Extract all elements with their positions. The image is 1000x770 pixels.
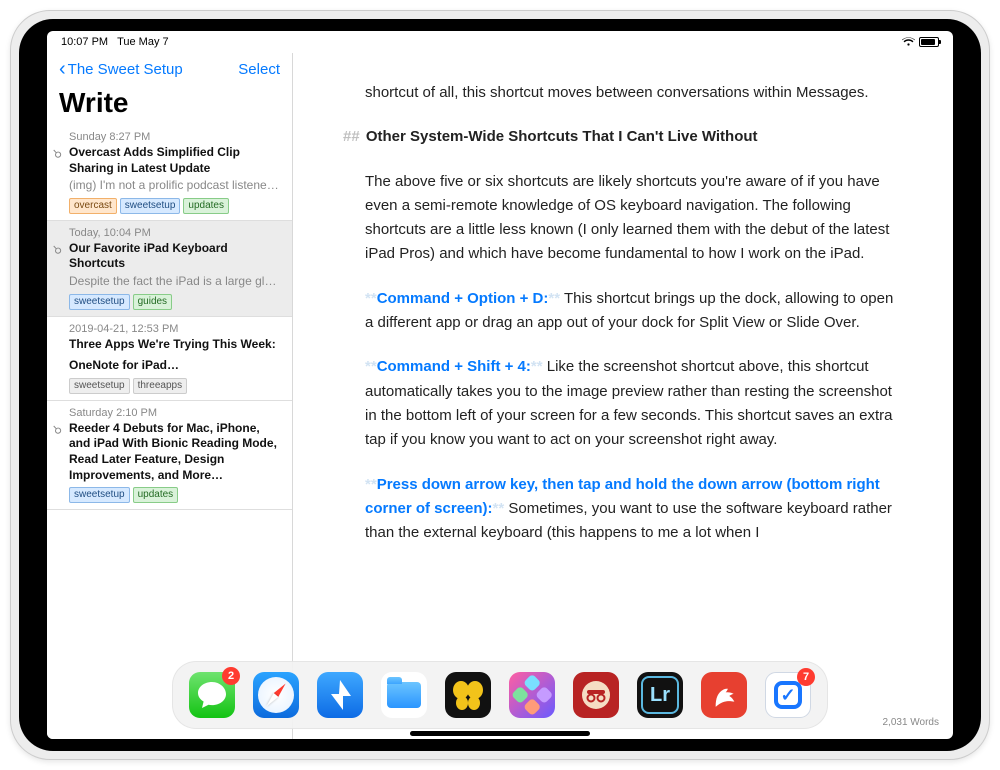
- tag[interactable]: updates: [133, 487, 179, 503]
- note-date: Saturday 2:10 PM: [69, 407, 282, 419]
- dock-app-things[interactable]: 7: [765, 672, 811, 718]
- markdown-hashes-icon: ##: [343, 128, 360, 145]
- app-content: ‹ The Sweet Setup Select Write ⚲ Sunday 8…: [47, 53, 953, 739]
- tag[interactable]: overcast: [69, 198, 117, 214]
- para-sc3: **Press down arrow key, then tap and hol…: [365, 473, 897, 546]
- para-lead: shortcut of all, this shortcut moves bet…: [365, 81, 897, 105]
- dock-app-messages[interactable]: 2: [189, 672, 235, 718]
- note-title: Reeder 4 Debuts for Mac, iPhone, and iPa…: [69, 421, 282, 483]
- sidebar-header: ‹ The Sweet Setup Select: [47, 53, 292, 85]
- tags: sweetsetupguides: [69, 294, 282, 310]
- status-left: 10:07 PM Tue May 7: [61, 36, 169, 48]
- dock-app-bear[interactable]: [701, 672, 747, 718]
- editor[interactable]: shortcut of all, this shortcut moves bet…: [293, 53, 953, 739]
- note-date: Today, 10:04 PM: [69, 227, 282, 239]
- tags: overcastsweetsetupupdates: [69, 198, 282, 214]
- note-title: Overcast Adds Simplified Clip Sharing in…: [69, 145, 282, 176]
- shortcut-label: Command + Option + D:: [377, 290, 549, 307]
- home-indicator[interactable]: [410, 731, 590, 736]
- section-title: Other System-Wide Shortcuts That I Can't…: [366, 128, 758, 145]
- note-date: Sunday 8:27 PM: [69, 131, 282, 143]
- dock-app-spark-mail[interactable]: [317, 672, 363, 718]
- markdown-stars-icon: **: [493, 500, 505, 517]
- status-right: [902, 37, 939, 47]
- paperclip-icon: ⚲: [50, 422, 65, 437]
- note-preview-secondary: OneNote for iPad…: [69, 358, 282, 374]
- status-date: Tue May 7: [117, 36, 169, 48]
- select-button[interactable]: Select: [238, 61, 280, 78]
- note-item[interactable]: ⚲ Saturday 2:10 PM Reeder 4 Debuts for Mac…: [47, 401, 292, 510]
- badge: 2: [222, 667, 240, 685]
- dock-app-shortcuts[interactable]: [509, 672, 555, 718]
- dock: 2 Lr 7: [172, 661, 828, 729]
- sidebar-title: Write: [47, 85, 292, 125]
- dock-app-butterfly-app[interactable]: [445, 672, 491, 718]
- badge: 7: [797, 668, 815, 686]
- markdown-stars-icon: **: [548, 290, 560, 307]
- tags: sweetsetupthreeapps: [69, 378, 282, 394]
- tag[interactable]: updates: [183, 198, 229, 214]
- markdown-stars-icon: **: [531, 358, 543, 375]
- ipad-frame: 10:07 PM Tue May 7 ‹ The Sweet Setup S: [10, 10, 990, 760]
- back-label: The Sweet Setup: [68, 61, 183, 78]
- note-preview: Despite the fact the iPad is a large glo…: [69, 274, 282, 290]
- note-title: Three Apps We're Trying This Week:: [69, 337, 282, 353]
- paperclip-icon: ⚲: [50, 146, 65, 161]
- para-section: ## Other System-Wide Shortcuts That I Ca…: [365, 125, 897, 149]
- battery-icon: [919, 37, 939, 47]
- wifi-icon: [902, 37, 915, 47]
- word-count: 2,031 Words: [882, 715, 939, 731]
- tag[interactable]: guides: [133, 294, 172, 310]
- dock-app-lightroom[interactable]: Lr: [637, 672, 683, 718]
- ipad-bezel: 10:07 PM Tue May 7 ‹ The Sweet Setup S: [19, 19, 981, 751]
- sidebar: ‹ The Sweet Setup Select Write ⚲ Sunday 8…: [47, 53, 293, 739]
- tag[interactable]: sweetsetup: [120, 198, 181, 214]
- dock-app-red-reader[interactable]: [573, 672, 619, 718]
- dock-app-files[interactable]: [381, 672, 427, 718]
- tags: sweetsetupupdates: [69, 487, 282, 503]
- para-sc1: **Command + Option + D:** This shortcut …: [365, 287, 897, 336]
- status-bar: 10:07 PM Tue May 7: [47, 31, 953, 53]
- note-title: Our Favorite iPad Keyboard Shortcuts: [69, 241, 282, 272]
- tag[interactable]: sweetsetup: [69, 487, 130, 503]
- note-item[interactable]: ⚲ Sunday 8:27 PM Overcast Adds Simplified …: [47, 125, 292, 221]
- markdown-stars-icon: **: [365, 358, 377, 375]
- para-intro: The above five or six shortcuts are like…: [365, 170, 897, 267]
- screen: 10:07 PM Tue May 7 ‹ The Sweet Setup S: [47, 31, 953, 739]
- paperclip-icon: ⚲: [50, 242, 65, 257]
- note-date: 2019-04-21, 12:53 PM: [69, 323, 282, 335]
- status-time: 10:07 PM: [61, 36, 108, 48]
- note-preview: (img) I'm not a prolific podcast listene…: [69, 178, 282, 194]
- chevron-left-icon: ‹: [59, 62, 66, 76]
- markdown-stars-icon: **: [365, 476, 377, 493]
- back-button[interactable]: ‹ The Sweet Setup: [59, 61, 183, 78]
- tag[interactable]: threeapps: [133, 378, 187, 394]
- dock-app-safari[interactable]: [253, 672, 299, 718]
- tag[interactable]: sweetsetup: [69, 294, 130, 310]
- note-item[interactable]: 2019-04-21, 12:53 PM Three Apps We're Try…: [47, 317, 292, 401]
- shortcut-label: Command + Shift + 4:: [377, 358, 531, 375]
- markdown-stars-icon: **: [365, 290, 377, 307]
- tag[interactable]: sweetsetup: [69, 378, 130, 394]
- notes-list[interactable]: ⚲ Sunday 8:27 PM Overcast Adds Simplified …: [47, 125, 292, 739]
- para-sc2: **Command + Shift + 4:** Like the screen…: [365, 355, 897, 452]
- note-item[interactable]: ⚲ Today, 10:04 PM Our Favorite iPad Keyboa…: [47, 221, 292, 317]
